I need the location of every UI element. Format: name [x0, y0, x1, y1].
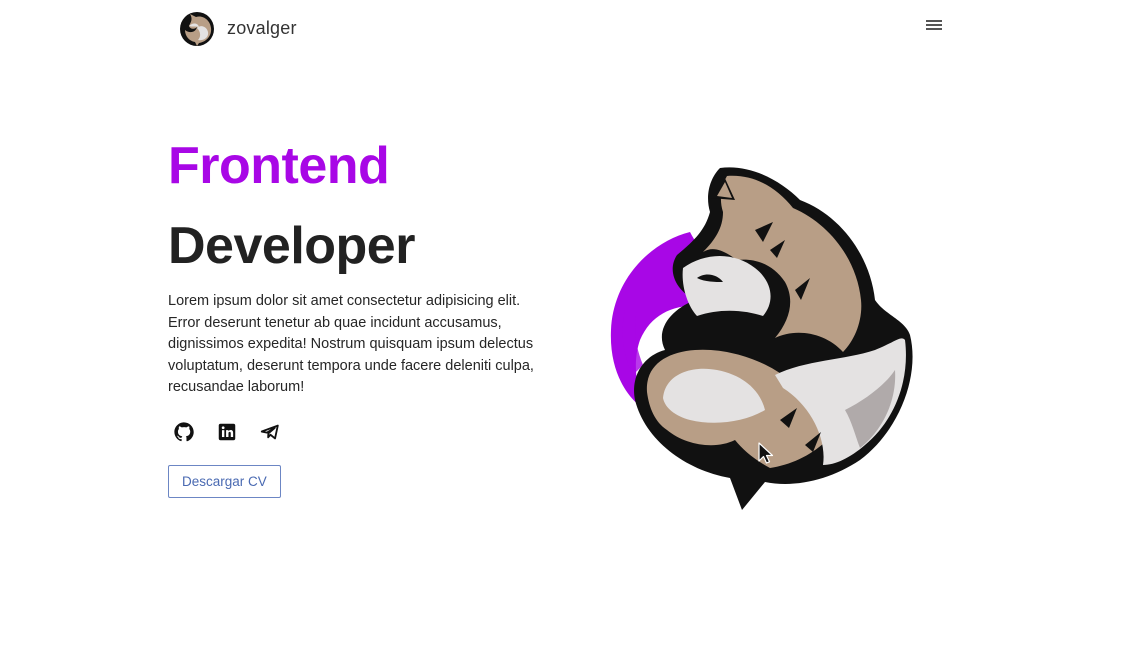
brand-name: zovalger	[227, 17, 297, 38]
github-link[interactable]	[173, 421, 195, 443]
telegram-icon	[260, 424, 279, 440]
fox-logo-icon	[180, 12, 214, 46]
hero-title-developer: Developer	[168, 217, 415, 275]
brand-link[interactable]: zovalger	[176, 8, 297, 48]
github-icon	[174, 422, 194, 442]
social-links	[173, 421, 281, 443]
hero-title-frontend: Frontend	[168, 137, 390, 195]
download-cv-button[interactable]: Descargar CV	[168, 465, 281, 498]
linkedin-icon	[218, 423, 236, 441]
hero-description: Lorem ipsum dolor sit amet consectetur a…	[168, 293, 534, 395]
fox-logo-illustration	[610, 167, 913, 511]
menu-button[interactable]	[922, 15, 946, 35]
linkedin-link[interactable]	[216, 421, 238, 443]
navbar: zovalger	[168, 0, 948, 56]
telegram-link[interactable]	[259, 421, 281, 443]
hamburger-menu-icon	[926, 20, 942, 30]
